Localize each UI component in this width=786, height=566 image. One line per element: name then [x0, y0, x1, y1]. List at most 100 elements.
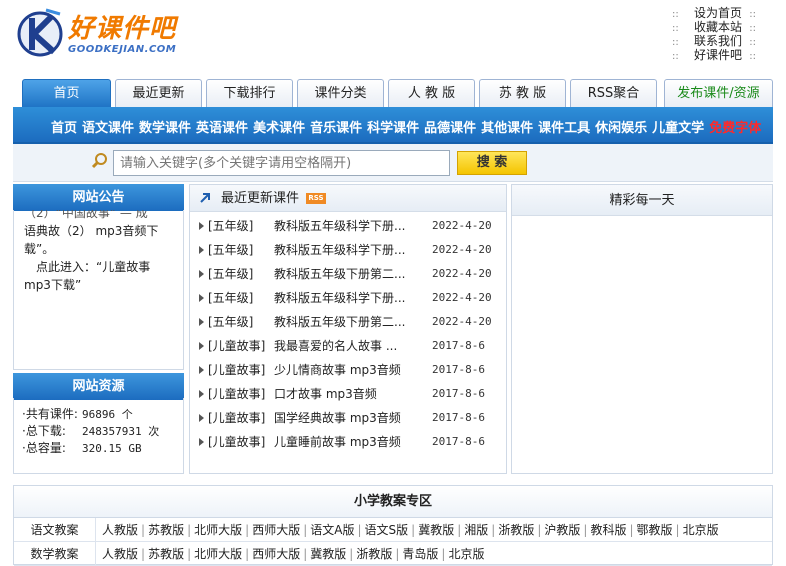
lesson-link[interactable]: 北京版	[683, 523, 719, 537]
triangle-icon	[199, 438, 204, 446]
lesson-link[interactable]: 冀教版	[418, 523, 454, 537]
nav-children-lit[interactable]: 儿童文学	[652, 121, 704, 136]
nav-english[interactable]: 英语课件	[196, 121, 248, 136]
tab-home[interactable]: 首页	[22, 79, 111, 107]
lesson-link[interactable]: 人教版	[102, 547, 138, 561]
nav-science[interactable]: 科学课件	[367, 121, 419, 136]
triangle-icon	[199, 414, 204, 422]
nav-leisure[interactable]: 休闲娱乐	[595, 121, 647, 136]
tab-rss[interactable]: RSS聚合	[570, 79, 657, 107]
notice-box: （2）“中国故事” — 成 语典故（2） mp3音频下 载”。 点此进入：“儿童…	[13, 210, 184, 370]
lesson-link[interactable]: 湘版	[464, 523, 488, 537]
link-divider: |	[187, 523, 192, 537]
tab-categories[interactable]: 课件分类	[297, 79, 384, 107]
lesson-link[interactable]: 冀教版	[310, 547, 346, 561]
rss-icon[interactable]: RSS	[306, 193, 326, 204]
link-divider: |	[491, 523, 496, 537]
notice-text: （2）“中国故事” — 成 语典故（2） mp3音频下 载”。 点此进入：“儿童…	[14, 210, 183, 294]
lesson-link[interactable]: 鄂教版	[637, 523, 673, 537]
lesson-link[interactable]: 语文A版	[310, 523, 354, 537]
nav-morality[interactable]: 品德课件	[424, 121, 476, 136]
notice-link[interactable]: 点此进入：“儿童故事	[24, 258, 173, 276]
link-divider: |	[675, 523, 680, 537]
list-item[interactable]: [儿童故事] 我最喜爱的名人故事 ... 2017-8-6	[190, 334, 506, 358]
stat-row: ·总容量: 320.15 GB	[22, 441, 142, 455]
lesson-zone-title: 小学教案专区	[14, 486, 772, 518]
stat-row: ·共有课件: 96896 个	[22, 407, 133, 421]
recent-title: 最近更新课件	[221, 191, 300, 206]
nav-music[interactable]: 音乐课件	[310, 121, 362, 136]
lesson-link[interactable]: 北师大版	[194, 523, 242, 537]
link-divider: |	[411, 523, 416, 537]
logo-title: 好课件吧	[68, 14, 177, 44]
lesson-link[interactable]: 沪教版	[544, 523, 580, 537]
tab-ranking[interactable]: 下载排行	[206, 79, 293, 107]
list-item[interactable]: [儿童故事] 国学经典故事 mp3音频 2017-8-6	[190, 406, 506, 430]
search-button[interactable]: 搜 索	[457, 151, 527, 175]
nav-other[interactable]: 其他课件	[481, 121, 533, 136]
site-logo[interactable]: 好课件吧 GOODKEJIAN.COM	[16, 6, 206, 62]
lesson-link[interactable]: 苏教版	[148, 547, 184, 561]
recent-header: 最近更新课件 RSS	[190, 185, 506, 212]
logo-mark-icon	[17, 8, 63, 57]
tab-sujiao[interactable]: 苏 教 版	[479, 79, 566, 107]
top-link-contact[interactable]: 联系我们	[694, 34, 742, 48]
lesson-link[interactable]: 青岛版	[402, 547, 438, 561]
top-link-home[interactable]: 设为首页	[694, 6, 742, 20]
tab-recent[interactable]: 最近更新	[115, 79, 202, 107]
nav-tools[interactable]: 课件工具	[538, 121, 590, 136]
list-item[interactable]: [五年级] 教科版五年级科学下册... 2022-4-20	[190, 214, 506, 238]
triangle-icon	[199, 270, 204, 278]
search-input[interactable]	[113, 150, 450, 176]
page: 好课件吧 GOODKEJIAN.COM :: 设为首页:: :: 收藏本站:: ::…	[0, 0, 786, 566]
link-divider: |	[303, 523, 308, 537]
triangle-icon	[199, 318, 204, 326]
row-label: 数学教案	[14, 542, 96, 565]
lesson-link[interactable]: 浙教版	[498, 523, 534, 537]
nav-math[interactable]: 数学课件	[139, 121, 191, 136]
list-item[interactable]: [儿童故事] 儿童睡前故事 mp3音频 2017-8-6	[190, 430, 506, 454]
list-item[interactable]: [五年级] 教科版五年级科学下册... 2022-4-20	[190, 238, 506, 262]
link-divider: |	[141, 547, 146, 561]
link-divider: |	[395, 547, 400, 561]
list-item[interactable]: [五年级] 教科版五年级科学下册... 2022-4-20	[190, 286, 506, 310]
link-divider: |	[245, 547, 250, 561]
triangle-icon	[199, 366, 204, 374]
lesson-link[interactable]: 人教版	[102, 523, 138, 537]
nav-home[interactable]: 首页	[51, 121, 77, 136]
notice-title: 网站公告	[13, 184, 184, 211]
list-item[interactable]: [儿童故事] 少儿情商故事 mp3音频 2017-8-6	[190, 358, 506, 382]
top-link-bookmark[interactable]: 收藏本站	[694, 20, 742, 34]
lesson-link[interactable]: 语文S版	[365, 523, 409, 537]
lesson-link[interactable]: 教科版	[590, 523, 626, 537]
list-item[interactable]: [儿童故事] 口才故事 mp3音频 2017-8-6	[190, 382, 506, 406]
list-item[interactable]: [五年级] 教科版五年级下册第二... 2022-4-20	[190, 262, 506, 286]
recent-list: [五年级] 教科版五年级科学下册... 2022-4-20 [五年级] 教科版五年级科…	[190, 212, 506, 454]
list-item[interactable]: [五年级] 教科版五年级下册第二... 2022-4-20	[190, 310, 506, 334]
category-nav: 首页 语文课件 数学课件 英语课件 美术课件 音乐课件 科学课件 品德课件 其他课件 课件工具 休闲…	[13, 107, 773, 144]
lesson-link[interactable]: 西师大版	[252, 523, 300, 537]
nav-chinese[interactable]: 语文课件	[82, 121, 134, 136]
top-links: :: 设为首页:: :: 收藏本站:: :: 联系我们:: :: 好课件吧::	[672, 6, 757, 62]
lesson-link[interactable]: 北京版	[448, 547, 484, 561]
stats-box: ·共有课件: 96896 个 ·总下载: 248357931 次 ·总容量: 320.…	[13, 398, 184, 474]
daily-title: 精彩每一天	[512, 185, 772, 216]
lesson-link[interactable]: 浙教版	[356, 547, 392, 561]
triangle-icon	[199, 342, 204, 350]
triangle-icon	[199, 246, 204, 254]
tab-pep[interactable]: 人 教 版	[388, 79, 475, 107]
link-divider: |	[583, 523, 588, 537]
nav-free-fonts[interactable]: 免费字体	[709, 121, 761, 136]
top-link-site[interactable]: 好课件吧	[694, 48, 742, 62]
nav-art[interactable]: 美术课件	[253, 121, 305, 136]
tab-publish[interactable]: 发布课件/资源	[664, 79, 773, 107]
recent-panel: 最近更新课件 RSS [五年级] 教科版五年级科学下册... 2022-4-20 […	[189, 184, 507, 474]
link-divider: |	[187, 547, 192, 561]
row-label: 语文教案	[14, 518, 96, 541]
lesson-link[interactable]: 西师大版	[252, 547, 300, 561]
link-divider: |	[303, 547, 308, 561]
lesson-link[interactable]: 北师大版	[194, 547, 242, 561]
link-divider: |	[629, 523, 634, 537]
link-divider: |	[457, 523, 462, 537]
lesson-link[interactable]: 苏教版	[148, 523, 184, 537]
